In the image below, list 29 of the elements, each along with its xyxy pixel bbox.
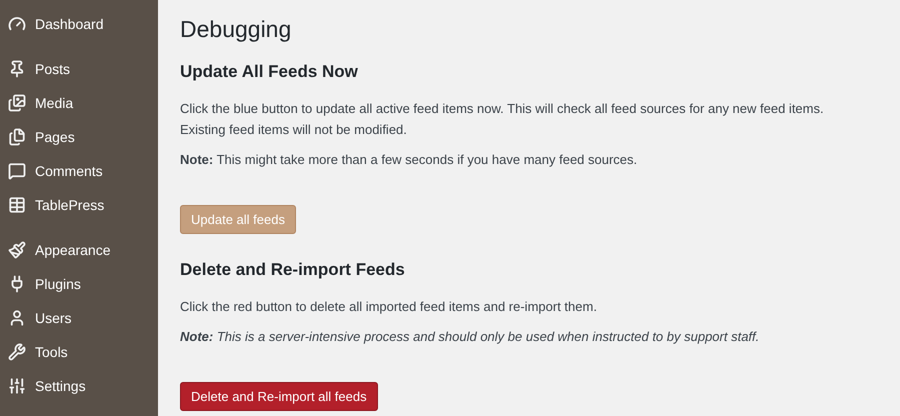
paragraph: Click the red button to delete all imported feed items and re-import them. — [180, 298, 598, 316]
action-button[interactable]: Delete and Re-import all feeds — [180, 382, 378, 411]
pages-icon — [8, 128, 26, 146]
user-icon — [8, 309, 26, 327]
images-icon — [8, 94, 26, 112]
menu-item[interactable]: Pages — [0, 120, 158, 154]
section-heading: Delete and Re-import Feeds — [180, 259, 406, 281]
menu-item[interactable]: Users — [0, 301, 158, 335]
menu-item[interactable]: Comments — [0, 154, 158, 188]
menu-item[interactable]: Settings — [0, 369, 158, 403]
menu-item[interactable]: Plugins — [0, 267, 158, 301]
table-icon — [8, 196, 26, 214]
page-title: Debugging — [180, 15, 292, 44]
speech-bubble-icon — [8, 162, 26, 180]
paragraph: Note: This is a server-intensive process and should only be used when instructed to by support staff. — [180, 328, 760, 346]
menu-item[interactable]: Tools — [0, 335, 158, 369]
menu-item[interactable]: Appearance — [0, 233, 158, 267]
paragraph: Note: This might take more than a few seconds if you have many feed sources. — [180, 151, 638, 169]
paintbrush-icon — [8, 241, 26, 259]
menu-item[interactable]: Dashboard — [0, 7, 158, 41]
menu-item[interactable]: TablePress — [0, 188, 158, 222]
section-heading: Update All Feeds Now — [180, 61, 359, 83]
wrench-icon — [8, 343, 26, 361]
pin-icon — [8, 60, 26, 78]
menu-item[interactable]: Posts — [0, 52, 158, 86]
menu-item[interactable]: Media — [0, 86, 158, 120]
gauge-icon — [8, 15, 26, 33]
paragraph: Click the blue button to update all active feed items now. This will check all feed sources for any new feed items. Existing feed items will not be modified. — [180, 100, 825, 139]
sliders-icon — [8, 377, 26, 395]
